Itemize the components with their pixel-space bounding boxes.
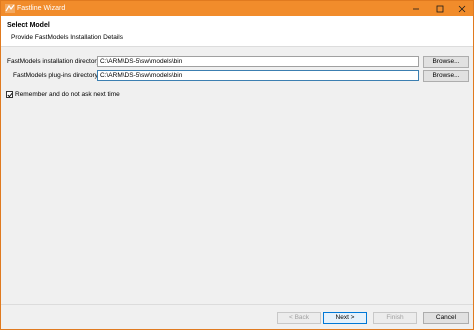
next-button[interactable]: Next > [323,312,367,324]
title-bar[interactable]: Fastline Wizard [1,1,473,16]
footer-divider [1,304,473,305]
maximize-icon [436,5,444,12]
close-icon [458,5,466,12]
plugins-dir-field[interactable]: C:\ARM\DS-5\sw\models\bin [97,70,419,81]
close-button[interactable] [451,1,473,16]
page-title: Select Model [7,22,50,29]
remember-checkbox[interactable] [6,91,13,98]
install-dir-browse-button[interactable]: Browse... [423,56,469,68]
app-icon [5,4,15,13]
page-description: Provide FastModels Installation Details [11,34,123,41]
plugins-dir-label: FastModels plug-ins directory: [13,72,100,79]
finish-button[interactable]: Finish [373,312,417,324]
minimize-icon [413,8,419,9]
remember-label[interactable]: Remember and do not ask next time [15,91,120,99]
checkmark-icon [7,92,12,97]
wizard-window: Fastline Wizard Select Model Provide Fas… [0,0,474,330]
minimize-button[interactable] [405,1,427,16]
wizard-header: Select Model Provide FastModels Installa… [1,16,473,47]
maximize-button[interactable] [429,1,451,16]
window-title: Fastline Wizard [17,5,66,12]
back-button[interactable]: < Back [277,312,321,324]
install-dir-field[interactable]: C:\ARM\DS-5\sw\models\bin [97,56,419,67]
plugins-dir-browse-button[interactable]: Browse... [423,70,469,82]
install-dir-label: FastModels installation directory: [7,58,102,65]
cancel-button[interactable]: Cancel [423,312,469,324]
